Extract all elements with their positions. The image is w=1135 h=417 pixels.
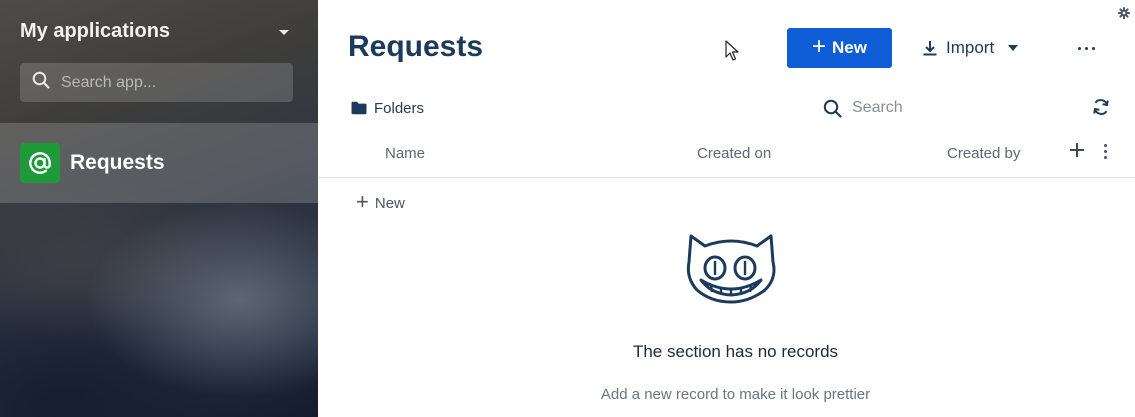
column-header-created-on[interactable]: Created on [697,145,771,162]
empty-state-title: The section has no records [632,342,839,361]
more-dot [1092,46,1095,50]
records-search[interactable] [823,96,1052,120]
import-button-label: Import [946,38,995,57]
column-options-icon[interactable] [1104,144,1107,159]
main-panel: Requests + New Import Folders Search Nam… [318,0,1135,417]
at-sign-icon [20,143,60,183]
download-icon [922,40,938,56]
new-record-button[interactable]: + New [787,28,892,68]
app-root: My applications Requests Requests + New [0,0,1135,417]
folders-toggle[interactable]: Folders [351,98,424,118]
column-header-name[interactable]: Name [385,145,425,162]
empty-state-subtitle: Add a new record to make it look prettie… [600,386,871,403]
folders-label: Folders [374,99,425,117]
sidebar-item-label: Requests [70,151,165,174]
records-search-input[interactable] [852,99,1052,117]
search-icon [32,71,50,94]
plus-icon: + [812,33,827,60]
chevron-down-icon[interactable] [279,29,289,35]
more-dot [1078,46,1081,50]
kebab-dot [1104,156,1107,159]
more-actions-button[interactable] [1078,40,1095,56]
app-search-input[interactable] [61,73,281,92]
gear-icon[interactable] [1118,6,1130,24]
chevron-down-icon [1008,45,1019,51]
kebab-dot [1104,144,1107,147]
applications-dropdown[interactable]: My applications [20,17,295,45]
table-header: Name Created on Created by [318,138,1135,178]
sidebar-header-label: My applications [20,19,171,42]
import-button[interactable]: Import [922,30,1019,66]
search-icon [823,99,842,118]
page-title: Requests [348,30,484,63]
add-record-label: New [374,195,405,212]
folder-icon [351,101,367,115]
refresh-icon[interactable] [1092,98,1110,121]
cheshire-cat-icon [685,232,777,309]
more-dot [1085,46,1088,50]
kebab-dot [1104,150,1107,153]
plus-icon: + [356,189,369,214]
add-column-icon[interactable] [1069,142,1085,162]
column-header-created-by[interactable]: Created by [947,145,1020,162]
sidebar: My applications Requests [0,0,318,417]
sidebar-item-requests[interactable]: Requests [0,123,318,203]
new-button-label: New [832,38,867,57]
add-record-row[interactable]: + New [356,189,405,215]
mouse-pointer-icon [725,40,739,67]
app-search[interactable] [20,63,293,102]
